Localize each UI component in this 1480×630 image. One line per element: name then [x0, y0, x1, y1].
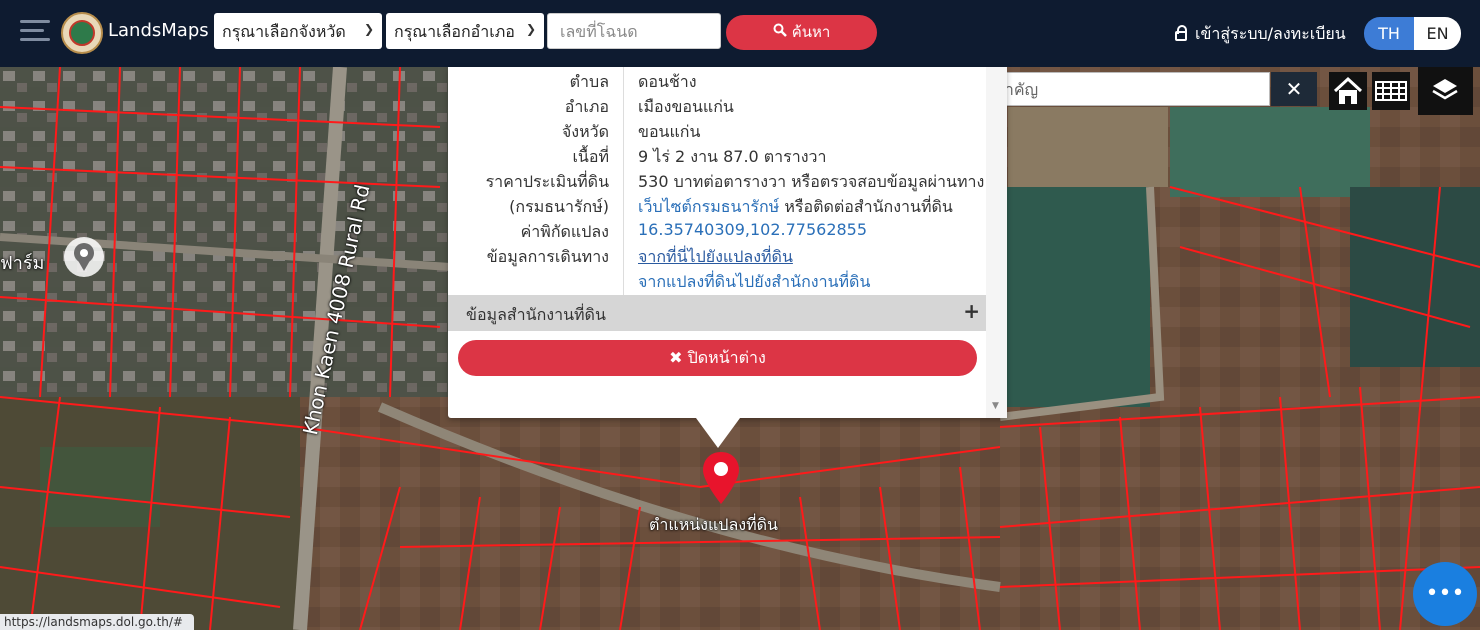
parcel-location-label: ตำแหน่งแปลงที่ดิน [649, 515, 778, 534]
chevron-down-icon: ❯ [525, 22, 536, 36]
menu-icon[interactable] [20, 20, 50, 44]
chat-button[interactable]: ••• [1413, 562, 1477, 626]
info-row-coordinates: ค่าพิกัดแปลง 16.35740309,102.77562855 [520, 220, 868, 241]
parcel-info-table: ตำบล ดอนช้าง อำเภอ เมืองขอนแก่น จังหวัด … [448, 67, 986, 295]
info-row-area: เนื้อที่ 9 ไร่ 2 งาน 87.0 ตารางวา [572, 147, 827, 166]
lang-en-button[interactable]: EN [1414, 17, 1461, 50]
lock-icon [1175, 25, 1187, 41]
location-marker-icon[interactable] [62, 235, 106, 279]
login-label: เข้าสู่ระบบ/ลงทะเบียน [1195, 24, 1346, 43]
home-icon [1333, 76, 1363, 104]
route-to-office-link[interactable]: จากแปลงที่ดินไปยังสำนักงานที่ดิน [638, 270, 870, 295]
land-office-section-label: ข้อมูลสำนักงานที่ดิน [466, 305, 606, 324]
farm-label: ฟาร์ม [0, 253, 45, 274]
layers-button[interactable] [1418, 67, 1473, 115]
clear-search-button[interactable]: ✕ [1271, 72, 1317, 106]
status-url: https://landsmaps.dol.go.th/# [0, 614, 194, 630]
info-row-subdistrict: ตำบล ดอนช้าง [569, 72, 697, 91]
grid-button[interactable] [1372, 72, 1410, 110]
dol-logo [61, 12, 103, 54]
brand-title: LandsMaps [108, 20, 209, 41]
plus-icon: + [963, 299, 980, 323]
info-row-appraisal: ราคาประเมินที่ดิน 530 บาทต่อตารางวา หรือ… [485, 172, 985, 191]
info-row-district: อำเภอ เมืองขอนแก่น [564, 97, 734, 116]
top-navbar: LandsMaps กรุณาเลือกจังหวัด ❯ กรุณาเลือก… [0, 0, 1480, 67]
search-button[interactable]: ค้นหา [726, 15, 877, 50]
scroll-down-arrow-icon[interactable]: ▼ [992, 401, 999, 411]
grid-icon [1375, 81, 1407, 101]
info-row-travel-office: จากแปลงที่ดินไปยังสำนักงานที่ดิน [448, 267, 986, 292]
close-window-button[interactable]: ✖ ปิดหน้าต่าง [458, 340, 977, 376]
info-row-province: จังหวัด ขอนแก่น [561, 122, 701, 141]
coordinates-link[interactable]: 16.35740309,102.77562855 [638, 220, 867, 239]
parcel-info-popup: ตำบล ดอนช้าง อำเภอ เมืองขอนแก่น จังหวัด … [448, 67, 1007, 448]
search-icon [773, 15, 787, 50]
district-select[interactable]: กรุณาเลือกอำเภอ ❯ [386, 13, 544, 49]
deed-number-input[interactable] [547, 13, 721, 49]
login-register-link[interactable]: เข้าสู่ระบบ/ลงทะเบียน [1175, 22, 1346, 47]
land-office-section-toggle[interactable]: ข้อมูลสำนักงานที่ดิน + [448, 295, 986, 331]
info-row-travel: ข้อมูลการเดินทาง จากที่นี่ไปยังแปลงที่ดิ… [448, 242, 986, 267]
home-button[interactable] [1329, 72, 1367, 110]
layers-icon [1432, 79, 1458, 100]
parcel-pin-icon[interactable] [701, 450, 741, 506]
chevron-down-icon: ❯ [363, 22, 374, 36]
province-select-value: กรุณาเลือกจังหวัด [222, 22, 346, 41]
treasury-website-link[interactable]: เว็บไซต์กรมธนารักษ์ [638, 197, 779, 216]
lang-th-button[interactable]: TH [1364, 17, 1414, 50]
province-select[interactable]: กรุณาเลือกจังหวัด ❯ [214, 13, 382, 49]
search-button-label: ค้นหา [791, 23, 831, 41]
info-row-treasury: (กรมธนารักษ์) เว็บไซต์กรมธนารักษ์ หรือติ… [509, 197, 953, 216]
popup-scrollbar[interactable]: ▼ [986, 67, 1007, 418]
district-select-value: กรุณาเลือกอำเภอ [394, 22, 515, 41]
